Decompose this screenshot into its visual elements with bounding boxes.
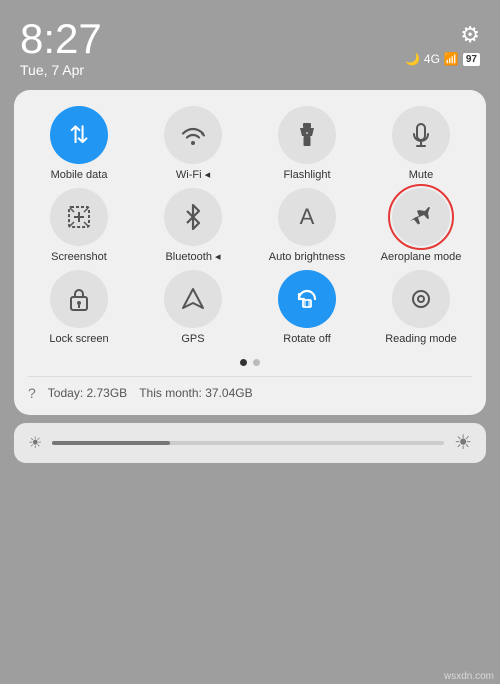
tile-wifi[interactable]: Wi-Fi ◂ — [138, 106, 248, 182]
aeroplane-mode-label: Aeroplane mode — [381, 251, 462, 264]
status-right: ⚙ 🌙 4G 📶 97 — [405, 18, 480, 66]
reading-mode-icon — [392, 270, 450, 328]
battery-indicator: 97 — [463, 53, 480, 66]
brightness-fill — [52, 441, 170, 445]
brightness-high-icon: ☀ — [454, 430, 472, 455]
settings-icon[interactable]: ⚙ — [460, 22, 480, 48]
lock-screen-label: Lock screen — [49, 333, 108, 346]
today-usage: Today: 2.73GB — [48, 386, 127, 400]
tile-mute[interactable]: Mute — [366, 106, 476, 182]
moon-icon: 🌙 — [405, 52, 420, 66]
gps-label: GPS — [181, 333, 204, 346]
flashlight-icon — [278, 106, 336, 164]
clock: 8:27 — [20, 18, 102, 60]
network-bars-icon: 📶 — [444, 52, 459, 66]
mobile-data-label: Mobile data — [51, 169, 108, 182]
date: Tue, 7 Apr — [20, 62, 102, 78]
flashlight-label: Flashlight — [283, 169, 330, 182]
page-dots — [24, 359, 476, 366]
month-usage: This month: 37.04GB — [139, 386, 252, 400]
tile-mobile-data[interactable]: ⇅ Mobile data — [24, 106, 134, 182]
brightness-low-icon: ☀ — [28, 433, 42, 453]
watermark: wsxdn.com — [444, 671, 494, 682]
aeroplane-mode-icon — [392, 188, 450, 246]
tile-auto-brightness[interactable]: A Auto brightness — [252, 188, 362, 264]
tiles-grid: ⇅ Mobile data Wi-Fi ◂ — [24, 106, 476, 347]
brightness-track[interactable] — [52, 441, 444, 445]
signal-icon: 4G — [424, 52, 440, 66]
status-icons: 🌙 4G 📶 97 — [405, 52, 480, 66]
mute-icon — [392, 106, 450, 164]
tile-reading-mode[interactable]: Reading mode — [366, 270, 476, 346]
bluetooth-icon — [164, 188, 222, 246]
dot-1 — [240, 359, 247, 366]
auto-brightness-icon: A — [278, 188, 336, 246]
lock-screen-icon — [50, 270, 108, 328]
wifi-label: Wi-Fi ◂ — [176, 169, 210, 182]
status-bar: 8:27 Tue, 7 Apr ⚙ 🌙 4G 📶 97 — [0, 0, 500, 86]
tile-gps[interactable]: GPS — [138, 270, 248, 346]
tile-rotate-off[interactable]: Rotate off — [252, 270, 362, 346]
reading-mode-label: Reading mode — [385, 333, 457, 346]
tile-aeroplane-mode[interactable]: Aeroplane mode — [366, 188, 476, 264]
tile-flashlight[interactable]: Flashlight — [252, 106, 362, 182]
mute-label: Mute — [409, 169, 433, 182]
gps-icon — [164, 270, 222, 328]
tile-bluetooth[interactable]: Bluetooth ◂ — [138, 188, 248, 264]
brightness-bar[interactable]: ☀ ☀ — [14, 423, 486, 463]
quick-settings-panel: ⇅ Mobile data Wi-Fi ◂ — [14, 90, 486, 415]
bluetooth-label: Bluetooth ◂ — [165, 251, 220, 264]
data-usage-icon: ? — [28, 385, 36, 401]
auto-brightness-label: Auto brightness — [269, 251, 345, 264]
data-usage: ? Today: 2.73GB This month: 37.04GB — [24, 385, 476, 401]
rotate-off-icon — [278, 270, 336, 328]
tile-screenshot[interactable]: Screenshot — [24, 188, 134, 264]
rotate-off-label: Rotate off — [283, 333, 331, 346]
dot-2 — [253, 359, 260, 366]
tile-lock-screen[interactable]: Lock screen — [24, 270, 134, 346]
screenshot-label: Screenshot — [51, 251, 107, 264]
screenshot-icon — [50, 188, 108, 246]
mobile-data-icon: ⇅ — [50, 106, 108, 164]
divider — [28, 376, 472, 377]
wifi-icon — [164, 106, 222, 164]
